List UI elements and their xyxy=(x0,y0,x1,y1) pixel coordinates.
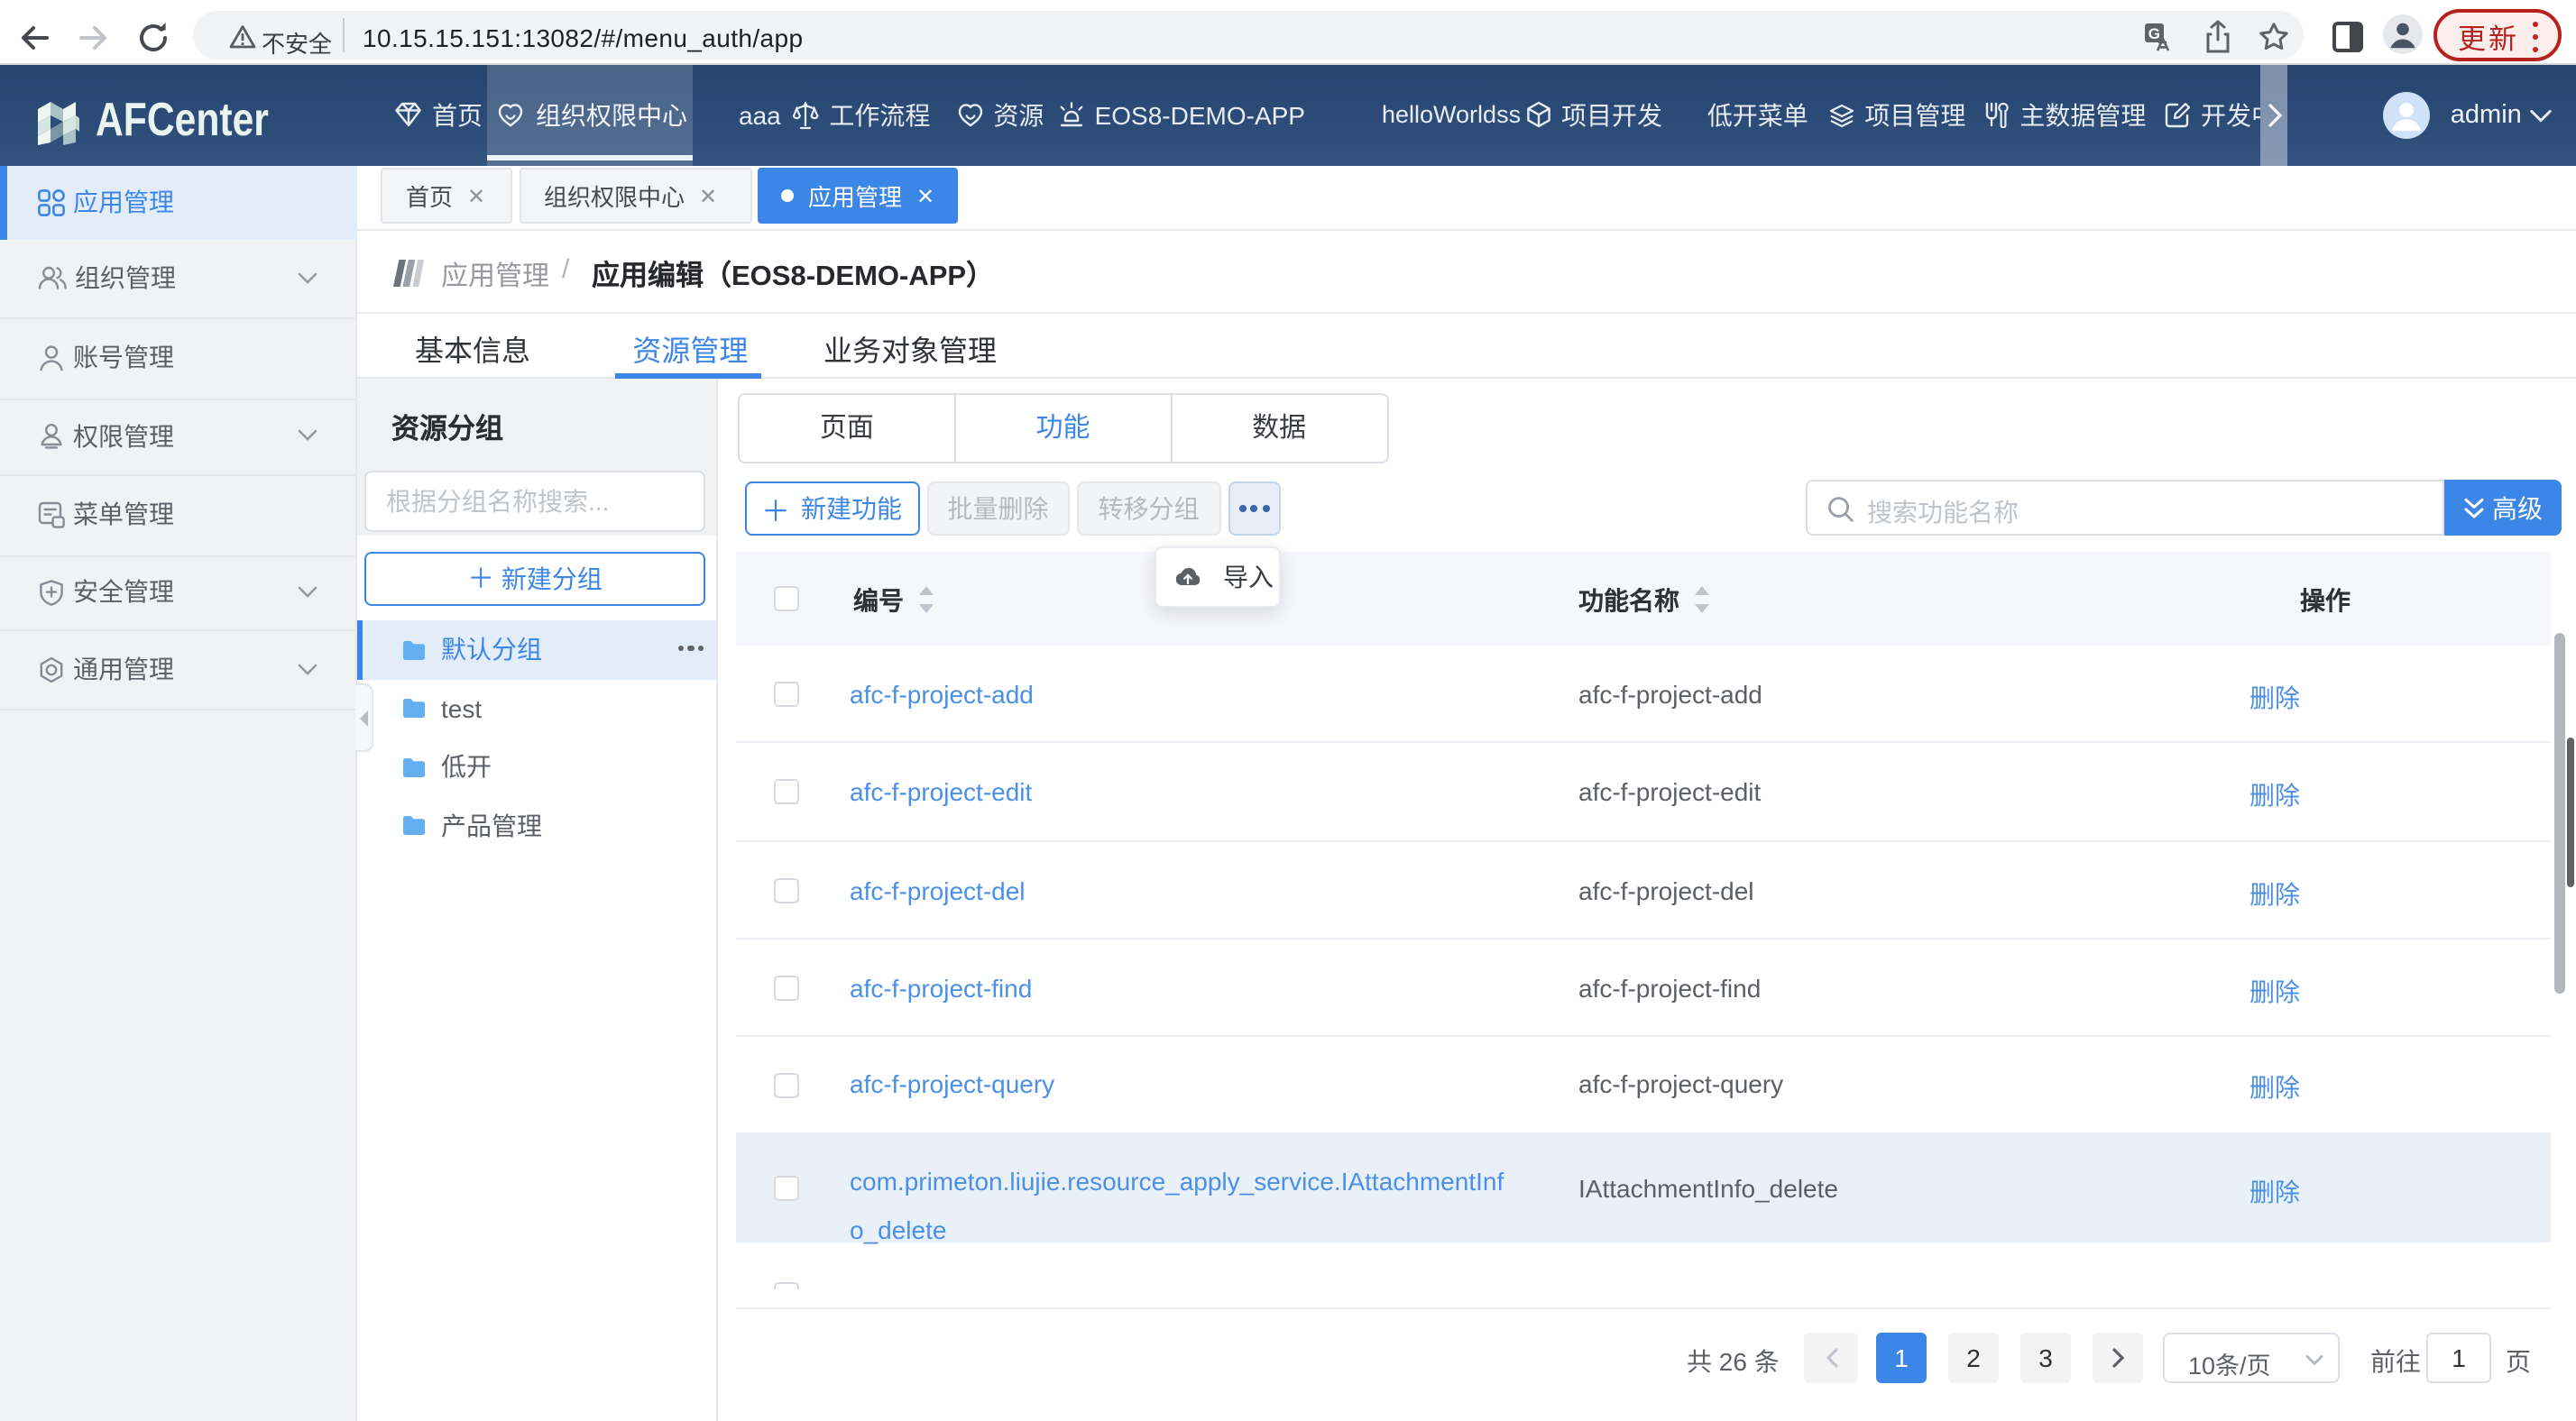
svg-text:G: G xyxy=(2148,25,2160,42)
